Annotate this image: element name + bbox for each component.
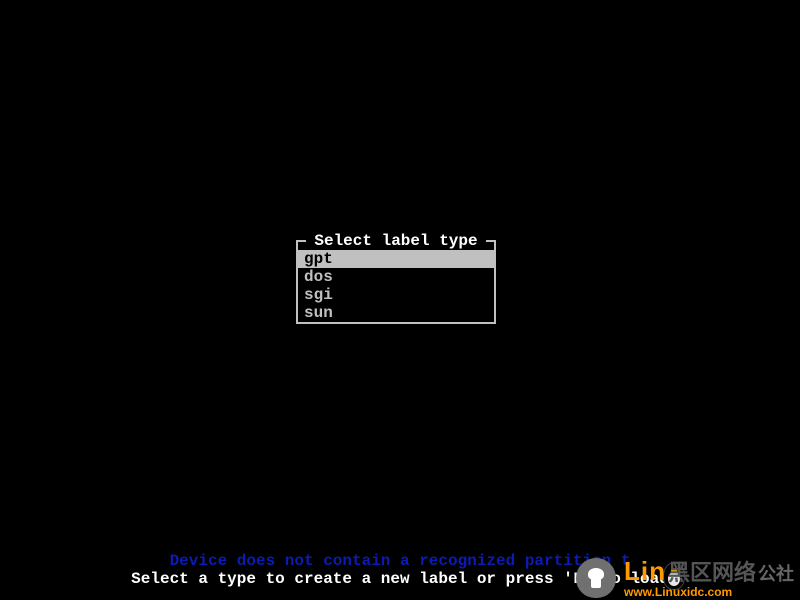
option-dos[interactable]: dos: [298, 268, 494, 286]
status-hint: Select a type to create a new label or p…: [0, 570, 800, 588]
dialog-border-bottom: [296, 322, 496, 332]
dialog-border-top: Select label type: [296, 232, 496, 250]
dialog-title: Select label type: [296, 232, 496, 250]
label-type-dialog: Select label type gpt dos sgi sun: [296, 232, 496, 332]
option-sgi[interactable]: sgi: [298, 286, 494, 304]
option-sun[interactable]: sun: [298, 304, 494, 322]
dialog-body: gpt dos sgi sun: [296, 250, 496, 322]
status-warning: Device does not contain a recognized par…: [0, 552, 800, 570]
option-gpt[interactable]: gpt: [298, 250, 494, 268]
